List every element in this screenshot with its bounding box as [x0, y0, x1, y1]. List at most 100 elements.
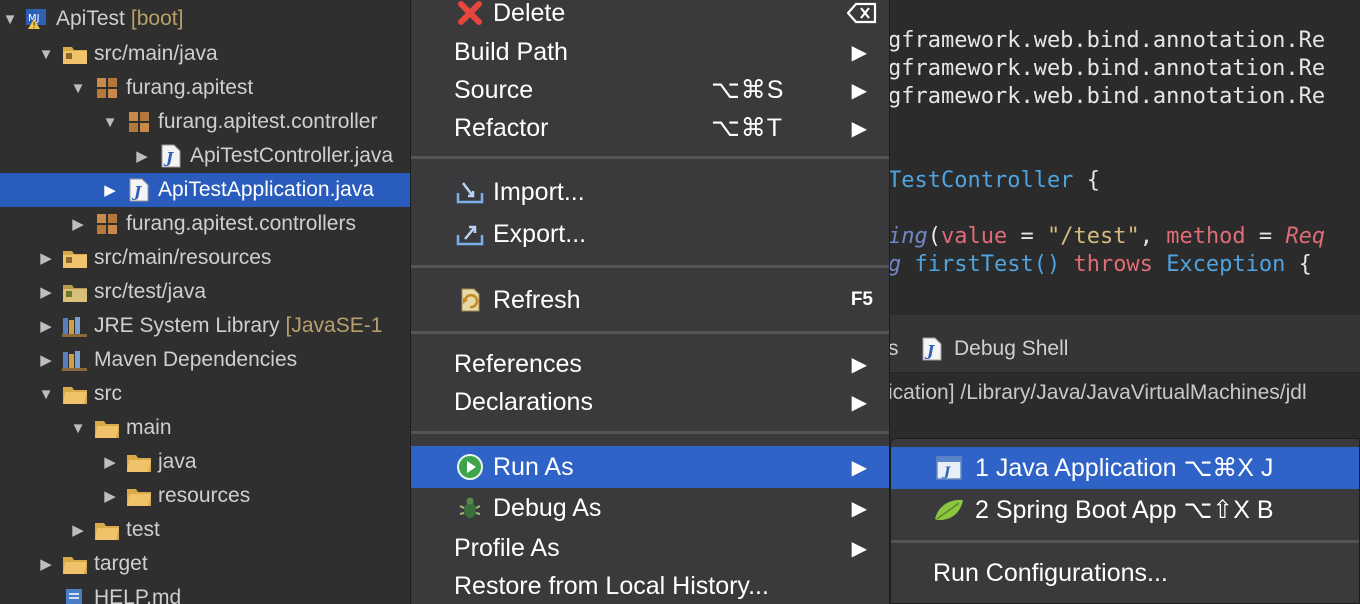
menu-item-source[interactable]: Source ⌥⌘S ▶: [411, 71, 889, 109]
tree-label: ApiTest: [56, 7, 125, 30]
submenu-item-spring-boot-app[interactable]: 2 Spring Boot App ⌥⇧X B: [891, 490, 1359, 530]
annotation-fragment: ing: [888, 224, 928, 249]
source-folder-icon: [62, 43, 88, 65]
menu-item-build-path[interactable]: Build Path ▶: [411, 33, 889, 71]
tree-row-resources[interactable]: ▶ resources: [0, 479, 412, 513]
tree-row-target[interactable]: ▶ target: [0, 547, 412, 581]
tree-row-package-apitest[interactable]: ▼ furang.apitest: [0, 71, 412, 105]
folder-open-icon: [94, 417, 120, 439]
tree-label: test: [126, 518, 160, 541]
menu-item-run-as[interactable]: Run As ▶: [411, 446, 889, 488]
comma: ,: [1139, 224, 1167, 249]
package-icon: [126, 111, 152, 133]
class-name: TestController: [888, 168, 1074, 193]
menu-separator: [411, 156, 889, 159]
tree-row-help-md[interactable]: HELP.md: [0, 581, 412, 604]
debug-bug-icon: [455, 493, 485, 523]
tree-row-package-controller[interactable]: ▼ furang.apitest.controller: [0, 105, 412, 139]
delete-key-icon: [847, 2, 877, 24]
shortcut-text: ⌥⌘S: [711, 76, 785, 104]
tree-row-java[interactable]: ▶ java: [0, 445, 412, 479]
code-line: gframework.web.bind.annotation.Re: [888, 28, 1326, 53]
tree-row-main[interactable]: ▼ main: [0, 411, 412, 445]
menu-separator: [411, 331, 889, 334]
chevron-right-icon[interactable]: ▶: [68, 521, 88, 539]
submenu-arrow-icon: ▶: [851, 353, 867, 376]
submenu-item-run-configurations[interactable]: Run Configurations...: [891, 553, 1359, 593]
menu-item-delete[interactable]: Delete: [411, 0, 889, 32]
tree-row-src-main-resources[interactable]: ▶ src/main/resources: [0, 241, 412, 275]
menu-item-refactor[interactable]: Refactor ⌥⌘T ▶: [411, 109, 889, 147]
folder-icon: [62, 553, 88, 575]
submenu-item-java-application[interactable]: J 1 Java Application ⌥⌘X J: [891, 447, 1359, 489]
menu-item-debug-as[interactable]: Debug As ▶: [411, 489, 889, 527]
export-icon: [455, 219, 485, 249]
chevron-right-icon[interactable]: ▶: [100, 181, 120, 199]
tree-row-apitestcontroller[interactable]: ▶ J ApiTestController.java: [0, 139, 412, 173]
chevron-right-icon[interactable]: ▶: [36, 283, 56, 301]
chevron-down-icon[interactable]: ▼: [36, 46, 56, 63]
menu-item-refresh[interactable]: Refresh F5: [411, 281, 889, 319]
import-icon: [455, 177, 485, 207]
tree-label: src: [94, 382, 122, 405]
chevron-right-icon[interactable]: ▶: [36, 249, 56, 267]
brace: {: [1086, 168, 1100, 193]
menu-item-restore-local-history[interactable]: Restore from Local History...: [411, 567, 889, 604]
menu-item-import[interactable]: Import...: [411, 173, 889, 211]
menu-item-references[interactable]: References ▶: [411, 345, 889, 383]
equals: =: [1245, 224, 1286, 249]
tree-row-package-controllers[interactable]: ▶ furang.apitest.controllers: [0, 207, 412, 241]
folder-open-icon: [62, 383, 88, 405]
spring-leaf-icon: [933, 495, 965, 525]
tree-row-apitest[interactable]: ▼ MJ! ApiTest [boot]: [0, 2, 412, 36]
chevron-down-icon[interactable]: ▼: [68, 80, 88, 97]
chevron-right-icon[interactable]: ▶: [100, 453, 120, 471]
menu-item-declarations[interactable]: Declarations ▶: [411, 383, 889, 421]
tree-label: Maven Dependencies: [94, 348, 298, 371]
tree-row-maven-dependencies[interactable]: ▶ Maven Dependencies: [0, 343, 412, 377]
tree-row-src-test-java[interactable]: ▶ src/test/java: [0, 275, 412, 309]
code-line-method: g firstTest() throws Exception {: [888, 252, 1312, 277]
menu-separator: [411, 265, 889, 268]
tab-debug-shell[interactable]: J Debug Shell: [922, 337, 1068, 361]
tree-label: src/test/java: [94, 280, 207, 303]
menu-separator: [891, 540, 1359, 543]
run-as-submenu: J 1 Java Application ⌥⌘X J 2 Spring Boot…: [890, 438, 1360, 604]
tree-row-jre-library[interactable]: ▶ JRE System Library [JavaSE-1: [0, 309, 412, 343]
tree-row-src-main-java[interactable]: ▼ src/main/java: [0, 37, 412, 71]
refresh-icon: [455, 285, 485, 315]
folder-icon: [126, 485, 152, 507]
tree-row-apitestapplication[interactable]: ▶ J ApiTestApplication.java: [0, 173, 412, 207]
method-value: Req: [1285, 224, 1326, 249]
chevron-down-icon[interactable]: ▼: [0, 11, 20, 28]
chevron-down-icon[interactable]: ▼: [36, 386, 56, 403]
chevron-right-icon[interactable]: ▶: [100, 487, 120, 505]
chevron-down-icon[interactable]: ▼: [68, 420, 88, 437]
tree-label: src/main/java: [94, 42, 218, 65]
java-file-icon: J: [158, 144, 184, 168]
shortcut-text: F5: [850, 289, 873, 310]
menu-item-export[interactable]: Export...: [411, 215, 889, 253]
method-key: method: [1166, 224, 1246, 249]
chevron-right-icon[interactable]: ▶: [132, 147, 152, 165]
tree-label: src/main/resources: [94, 246, 272, 269]
chevron-down-icon[interactable]: ▼: [100, 114, 120, 131]
submenu-arrow-icon: ▶: [851, 79, 867, 102]
tree-label: target: [94, 552, 148, 575]
source-folder-icon: [62, 281, 88, 303]
tree-decoration: [JavaSE-1: [285, 314, 383, 337]
submenu-arrow-icon: ▶: [851, 41, 867, 64]
tree-row-src[interactable]: ▼ src: [0, 377, 412, 411]
chevron-right-icon[interactable]: ▶: [68, 215, 88, 233]
tree-label: HELP.md: [94, 586, 182, 604]
chevron-right-icon[interactable]: ▶: [36, 555, 56, 573]
code-line: gframework.web.bind.annotation.Re: [888, 84, 1326, 109]
markdown-file-icon: [62, 587, 88, 604]
tree-label: furang.apitest: [126, 76, 254, 99]
code-line-class: TestController {: [888, 168, 1100, 193]
tree-row-test[interactable]: ▶ test: [0, 513, 412, 547]
chevron-right-icon[interactable]: ▶: [36, 351, 56, 369]
chevron-right-icon[interactable]: ▶: [36, 317, 56, 335]
equals: =: [1007, 224, 1047, 249]
menu-item-profile-as[interactable]: Profile As ▶: [411, 529, 889, 567]
